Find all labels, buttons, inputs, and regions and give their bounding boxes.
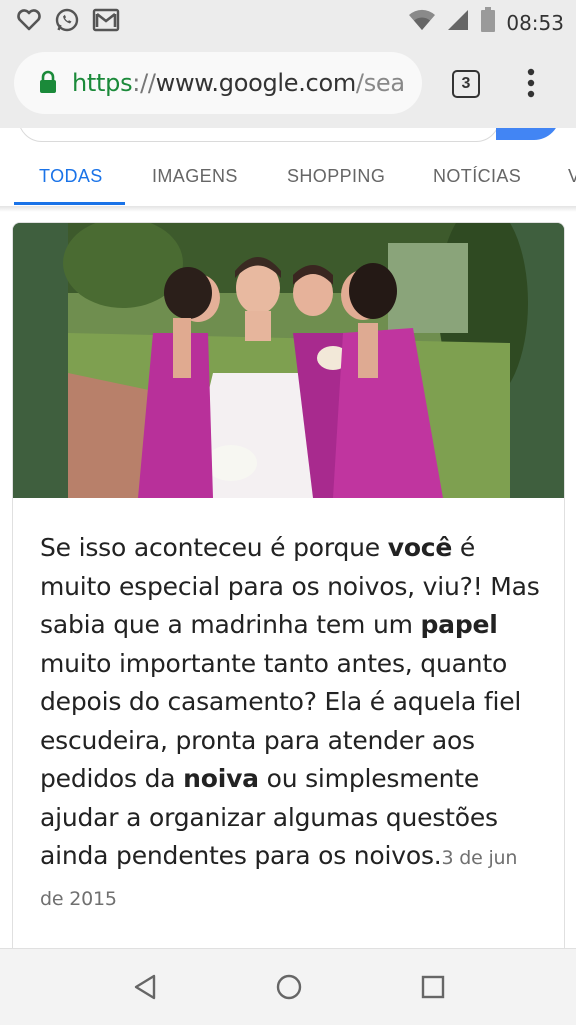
search-button[interactable] bbox=[496, 128, 560, 140]
tab-todas[interactable]: TODAS bbox=[39, 166, 103, 187]
snippet-highlight: você bbox=[387, 533, 453, 562]
web-page: TODAS IMAGENS SHOPPING NOTÍCIAS V Se iss… bbox=[0, 128, 576, 948]
battery-icon bbox=[480, 7, 496, 38]
snippet-highlight: papel bbox=[420, 610, 498, 639]
search-tabs: TODAS IMAGENS SHOPPING NOTÍCIAS V bbox=[0, 146, 576, 206]
bride-with-bridesmaids-photo[interactable] bbox=[13, 223, 564, 498]
featured-snippet-card: Se isso aconteceu é porque você é muito … bbox=[12, 222, 565, 948]
active-tab-indicator bbox=[14, 202, 125, 205]
url-scheme: https bbox=[72, 69, 133, 97]
tab-switcher-button[interactable]: 3 bbox=[452, 70, 480, 98]
snippet-text: Se isso aconteceu é porque você é muito … bbox=[40, 529, 540, 918]
back-icon[interactable] bbox=[132, 973, 158, 1006]
tab-imagens[interactable]: IMAGENS bbox=[152, 166, 238, 187]
home-icon[interactable] bbox=[275, 973, 303, 1006]
status-bar: 08:53 bbox=[0, 0, 576, 40]
gmail-icon bbox=[92, 7, 120, 38]
url-separator: :// bbox=[132, 69, 156, 97]
lock-icon bbox=[38, 70, 58, 99]
url-text[interactable]: https://www.google.com/sea bbox=[72, 68, 417, 98]
heart-outline-icon bbox=[16, 7, 42, 38]
browser-toolbar: https://www.google.com/sea 3 bbox=[0, 40, 576, 128]
address-bar[interactable]: https://www.google.com/sea bbox=[14, 52, 422, 114]
system-nav-bar bbox=[0, 948, 576, 1025]
url-host: www.google.com bbox=[155, 69, 357, 97]
whatsapp-icon bbox=[54, 7, 80, 38]
tabs-divider bbox=[0, 206, 576, 212]
tab-videos[interactable]: V bbox=[568, 166, 576, 187]
status-time: 08:53 bbox=[506, 10, 564, 35]
more-vert-icon[interactable] bbox=[526, 68, 536, 103]
search-input[interactable] bbox=[18, 128, 500, 142]
snippet-highlight: noiva bbox=[183, 764, 259, 793]
signal-icon bbox=[446, 8, 470, 37]
wifi-icon bbox=[408, 8, 436, 37]
tab-noticias[interactable]: NOTÍCIAS bbox=[433, 166, 521, 187]
tab-shopping[interactable]: SHOPPING bbox=[287, 166, 385, 187]
recents-icon[interactable] bbox=[420, 973, 446, 1006]
url-path: /sea bbox=[355, 69, 405, 97]
snippet-part: Se isso aconteceu é porque bbox=[40, 533, 388, 562]
